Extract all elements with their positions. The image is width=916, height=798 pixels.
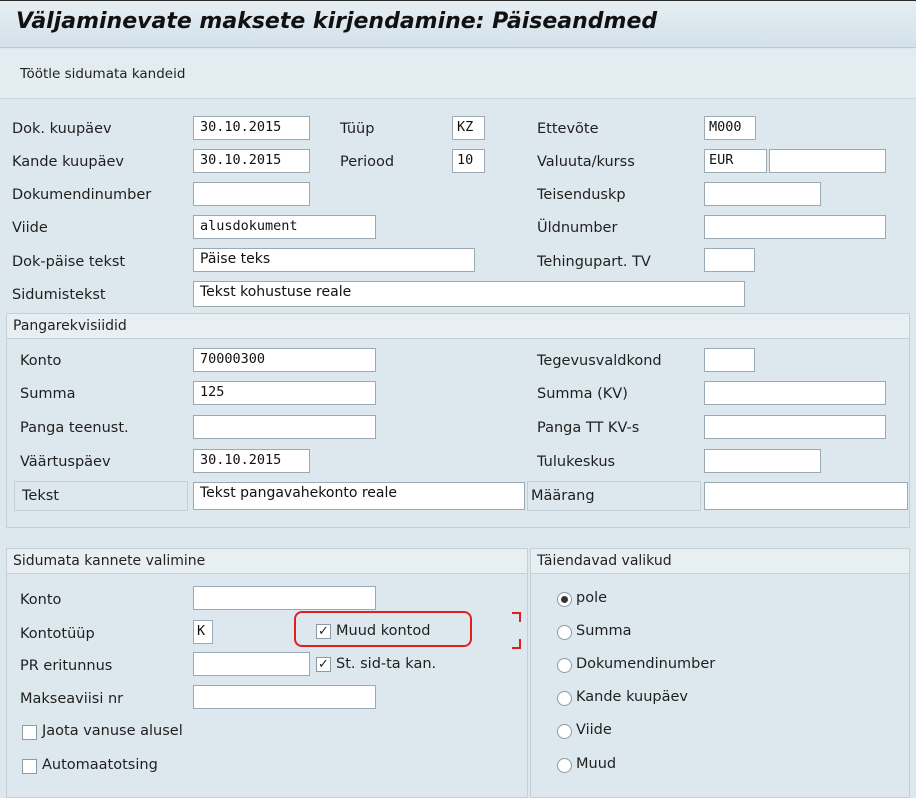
bank-data-header: Pangarekvisiidid (6, 313, 910, 339)
amount-label: Summa (20, 386, 76, 402)
bank-text-label: Tekst (22, 488, 59, 504)
currency-label: Valuuta/kurss (537, 154, 635, 170)
checkmark-icon: ✓ (318, 624, 329, 639)
company-label: Ettevõte (537, 121, 599, 137)
radio-other[interactable] (557, 758, 572, 773)
special-gl-label: PR eritunnus (20, 658, 113, 674)
posting-date-label: Kande kuupäev (12, 154, 124, 170)
radio-other-label: Muud (576, 756, 617, 772)
profit-center-label: Tulukeskus (537, 454, 616, 470)
oi-account-field[interactable] (193, 586, 376, 610)
reference-field[interactable]: alusdokument (193, 215, 376, 239)
radio-none-label: pole (576, 590, 608, 606)
assignment-field[interactable] (704, 482, 908, 510)
exchange-rate-field[interactable] (769, 149, 886, 173)
radio-selected-dot (561, 596, 568, 603)
business-area-field[interactable] (704, 348, 755, 372)
payment-advice-field[interactable] (193, 685, 376, 709)
assignment-label: Määrang (531, 488, 595, 504)
trading-partner-label: Tehingupart. TV (537, 254, 651, 270)
other-accounts-checkbox[interactable]: ✓ (316, 624, 331, 639)
radio-reference-label: Viide (576, 722, 612, 738)
account-type-field[interactable]: K (193, 620, 213, 644)
period-label: Periood (340, 154, 395, 170)
doc-number-label: Dokumendinumber (12, 187, 152, 203)
process-open-items-button[interactable]: Töötle sidumata kandeid (20, 66, 185, 82)
standard-oi-checkbox[interactable]: ✓ (316, 657, 331, 672)
account-type-label: Kontotüüp (20, 626, 95, 642)
payment-advice-label: Makseaviisi nr (20, 691, 124, 707)
radio-amount-label: Summa (576, 623, 632, 639)
doc-date-label: Dok. kuupäev (12, 121, 112, 137)
amount-lc-field[interactable] (704, 381, 886, 405)
translation-date-label: Teisenduskp (537, 187, 626, 203)
period-field[interactable]: 10 (452, 149, 485, 173)
bank-charges-field[interactable] (193, 415, 376, 439)
bank-account-field[interactable]: 70000300 (193, 348, 376, 372)
header-text-label: Dok-päise tekst (12, 254, 126, 270)
bank-text-field[interactable]: Tekst pangavahekonto reale (193, 482, 525, 510)
bank-charges-lc-field[interactable] (704, 415, 886, 439)
cross-doc-field[interactable] (704, 215, 886, 239)
automatic-search-checkbox[interactable] (22, 759, 37, 774)
header-text-field[interactable]: Päise teks (193, 248, 475, 272)
corner-annotation-top (512, 612, 521, 622)
window-title: Väljaminevate maksete kirjendamine: Päis… (16, 9, 658, 34)
radio-posting-date-label: Kande kuupäev (576, 689, 688, 705)
profit-center-field[interactable] (704, 449, 821, 473)
company-code-field[interactable]: M000 (704, 116, 756, 140)
distribute-by-age-checkbox[interactable] (22, 725, 37, 740)
other-accounts-label: Muud kontod (336, 623, 431, 639)
business-area-label: Tegevusvaldkond (537, 353, 662, 369)
radio-none[interactable] (557, 592, 572, 607)
radio-reference[interactable] (557, 724, 572, 739)
additional-selections-header: Täiendavad valikud (530, 548, 910, 574)
open-item-selection-header: Sidumata kannete valimine (6, 548, 528, 574)
amount-field[interactable]: 125 (193, 381, 376, 405)
distribute-by-age-label: Jaota vanuse alusel (42, 723, 183, 739)
corner-annotation-bottom (512, 639, 521, 649)
bank-charges-label: Panga teenust. (20, 420, 129, 436)
value-date-field[interactable]: 30.10.2015 (193, 449, 310, 473)
currency-field[interactable]: EUR (704, 149, 767, 173)
value-date-label: Väärtuspäev (20, 454, 111, 470)
doc-type-field[interactable]: KZ (452, 116, 485, 140)
clearing-text-label: Sidumistekst (12, 287, 106, 303)
automatic-search-label: Automaatotsing (42, 757, 158, 773)
oi-account-label: Konto (20, 592, 62, 608)
clearing-text-field[interactable]: Tekst kohustuse reale (193, 281, 745, 307)
posting-date-field[interactable]: 30.10.2015 (193, 149, 310, 173)
checkmark-icon: ✓ (318, 657, 329, 672)
radio-posting-date[interactable] (557, 691, 572, 706)
radio-amount[interactable] (557, 625, 572, 640)
translation-date-field[interactable] (704, 182, 821, 206)
bank-account-label: Konto (20, 353, 62, 369)
cross-doc-label: Üldnumber (537, 220, 618, 236)
radio-document-number[interactable] (557, 658, 572, 673)
doc-date-field[interactable]: 30.10.2015 (193, 116, 310, 140)
amount-lc-label: Summa (KV) (537, 386, 628, 402)
type-label: Tüüp (340, 121, 375, 137)
bank-charges-lc-label: Panga TT KV-s (537, 420, 640, 436)
special-gl-field[interactable] (193, 652, 310, 676)
standard-oi-label: St. sid-ta kan. (336, 656, 437, 672)
trading-partner-field[interactable] (704, 248, 755, 272)
doc-number-field[interactable] (193, 182, 310, 206)
radio-document-number-label: Dokumendinumber (576, 656, 716, 672)
reference-label: Viide (12, 220, 48, 236)
